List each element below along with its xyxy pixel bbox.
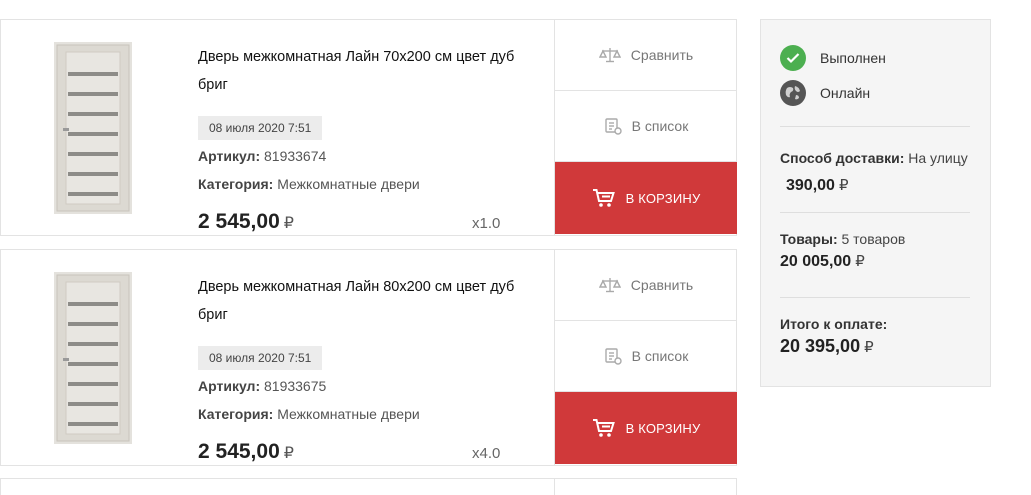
item-quantity: x1.0	[472, 215, 501, 232]
cart-icon	[592, 189, 615, 207]
compare-label: Сравнить	[630, 277, 694, 293]
item-date: 08 июля 2020 7:51	[198, 346, 323, 370]
category-label: Категория:	[198, 406, 274, 422]
goods-total: 20 005,00	[780, 253, 852, 270]
item-category: Категория: Межкомнатные двери	[198, 176, 420, 192]
price-value: 2 545,00	[198, 440, 280, 463]
item-title[interactable]: Дверь межкомнатная Лайн 70х200 см цвет д…	[198, 43, 538, 99]
currency-sign: ₽	[838, 177, 849, 194]
goods-count: 5 товаров	[841, 231, 906, 247]
globe-icon	[780, 80, 806, 106]
divider	[780, 126, 970, 127]
delivery-info: Способ доставки: На улицу 390,00 ₽	[780, 145, 980, 199]
currency-sign: ₽	[283, 445, 294, 462]
divider	[780, 212, 970, 213]
order-item-card: Дверь межкомнатная Лайн 80х200 см цвет д…	[0, 249, 737, 466]
add-to-list-button[interactable]: В список	[555, 321, 737, 392]
currency-sign: ₽	[864, 339, 874, 356]
item-price: 2 545,00 ₽	[198, 440, 294, 464]
item-quantity: x4.0	[472, 445, 501, 462]
add-to-list-button[interactable]: В список	[555, 91, 737, 162]
compare-button[interactable]: Сравнить	[555, 250, 737, 321]
status-done-label: Выполнен	[820, 50, 886, 66]
article-label: Артикул:	[198, 148, 261, 164]
delivery-price: 390,00	[786, 177, 835, 194]
status-online: Онлайн	[780, 80, 870, 106]
add-to-cart-button[interactable]: В корзину	[555, 392, 737, 464]
category-label: Категория:	[198, 176, 274, 192]
door-image[interactable]	[54, 272, 132, 444]
delivery-value: На улицу	[908, 150, 968, 166]
item-info: Дверь межкомнатная Лайн 70х200 см цвет д…	[1, 20, 554, 235]
status-done: Выполнен	[780, 45, 886, 71]
status-online-label: Онлайн	[820, 85, 871, 101]
article-value: 81933674	[264, 148, 327, 164]
item-date: 08 июля 2020 7:51	[198, 116, 323, 140]
check-circle-icon	[780, 45, 806, 71]
clipboard-list-icon	[604, 348, 622, 365]
order-page: Дверь межкомнатная Лайн 70х200 см цвет д…	[0, 0, 1031, 495]
add-to-cart-button[interactable]: В корзину	[555, 162, 737, 234]
article-label: Артикул:	[198, 378, 261, 394]
item-actions: Сравнить В список В КОРЗИНУ	[554, 20, 737, 235]
item-actions: Сравнить В список В КОРЗИНУ	[554, 250, 737, 465]
list-label: В список	[631, 118, 689, 134]
scales-icon	[598, 278, 621, 293]
currency-sign: ₽	[283, 215, 294, 232]
goods-label: Товары:	[780, 231, 838, 247]
category-value: Межкомнатные двери	[277, 176, 420, 192]
total-info: Итого к оплате: 20 395,00 ₽	[780, 316, 980, 357]
clipboard-list-icon	[604, 118, 622, 135]
compare-button[interactable]: Сравнить	[555, 20, 737, 91]
item-price: 2 545,00 ₽	[198, 210, 294, 234]
divider	[780, 297, 970, 298]
door-image[interactable]	[54, 42, 132, 214]
item-article: Артикул: 81933674	[198, 148, 326, 164]
item-article: Артикул: 81933675	[198, 378, 326, 394]
goods-info: Товары: 5 товаров 20 005,00 ₽	[780, 231, 980, 271]
item-title[interactable]: Дверь межкомнатная Лайн 80х200 см цвет д…	[198, 273, 538, 329]
cart-icon	[592, 419, 615, 437]
compare-label: Сравнить	[630, 47, 694, 63]
order-item-card: Дверь межкомнатная Лайн 70х200 см цвет д…	[0, 19, 737, 236]
total-label: Итого к оплате:	[780, 316, 888, 332]
cart-label: В корзину	[625, 190, 701, 206]
order-item-card	[0, 478, 737, 495]
category-value: Межкомнатные двери	[277, 406, 420, 422]
order-summary: Выполнен Онлайн Способ доставки: На улиц…	[760, 19, 991, 387]
item-actions	[554, 479, 737, 495]
item-category: Категория: Межкомнатные двери	[198, 406, 420, 422]
price-value: 2 545,00	[198, 210, 280, 233]
currency-sign: ₽	[855, 253, 865, 270]
list-label: В список	[631, 348, 689, 364]
delivery-label: Способ доставки:	[780, 150, 905, 166]
scales-icon	[598, 48, 621, 63]
article-value: 81933675	[264, 378, 327, 394]
item-info: Дверь межкомнатная Лайн 80х200 см цвет д…	[1, 250, 554, 465]
total-value: 20 395,00	[780, 336, 861, 356]
cart-label: В корзину	[625, 420, 701, 436]
